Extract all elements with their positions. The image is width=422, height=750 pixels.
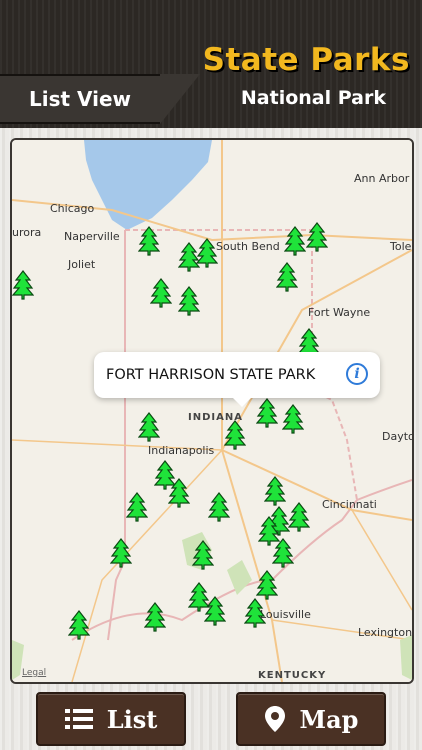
header-bar: State Parks National Park List View <box>0 0 422 128</box>
city-lexington: Lexington <box>358 626 413 639</box>
state-kentucky: KENTUCKY <box>258 670 327 681</box>
list-button-label: List <box>106 704 158 734</box>
city-louisville: Louisville <box>260 608 311 621</box>
app-title: State Parks <box>202 42 410 78</box>
park-tree-icon[interactable] <box>272 538 294 568</box>
city-dayton: Dayto <box>382 430 414 443</box>
park-tree-icon[interactable] <box>12 270 34 300</box>
park-tree-icon[interactable] <box>264 476 286 506</box>
park-tree-icon[interactable] <box>208 492 230 522</box>
city-joliet: Joliet <box>68 258 96 271</box>
park-tree-icon[interactable] <box>288 502 310 532</box>
park-tree-icon[interactable] <box>144 602 166 632</box>
park-tree-icon[interactable] <box>256 570 278 600</box>
city-naperville: Naperville <box>64 230 120 243</box>
city-aurora: urora <box>12 226 42 239</box>
park-tree-icon[interactable] <box>110 538 132 568</box>
city-fort-wayne: Fort Wayne <box>308 306 371 319</box>
park-tree-icon[interactable] <box>244 598 266 628</box>
park-tree-icon[interactable] <box>284 226 306 256</box>
list-button[interactable]: List <box>36 692 186 746</box>
park-tree-icon[interactable] <box>150 278 172 308</box>
park-tree-icon[interactable] <box>224 420 246 450</box>
park-tree-icon[interactable] <box>68 610 90 640</box>
app-subtitle: National Park <box>240 87 386 109</box>
park-callout[interactable]: FORT HARRISON STATE PARK i <box>94 352 380 407</box>
park-tree-icon[interactable] <box>204 596 226 626</box>
map-button-label: Map <box>299 704 359 734</box>
city-toledo: Tole <box>390 240 412 253</box>
city-ann-arbor: Ann Arbor <box>354 172 410 185</box>
park-tree-icon[interactable] <box>138 226 160 256</box>
park-tree-icon[interactable] <box>168 478 190 508</box>
park-tree-icon[interactable] <box>196 238 218 268</box>
park-tree-icon[interactable] <box>138 412 160 442</box>
park-tree-icon[interactable] <box>126 492 148 522</box>
list-icon <box>64 709 93 729</box>
legal-link[interactable]: Legal <box>22 668 46 678</box>
city-south-bend: South Bend <box>216 240 280 253</box>
info-icon[interactable]: i <box>346 363 368 385</box>
map-button[interactable]: Map <box>236 692 386 746</box>
city-indianapolis: Indianapolis <box>148 444 215 457</box>
park-tree-icon[interactable] <box>256 398 278 428</box>
map-view[interactable]: Chicago urora Naperville Joliet South Be… <box>10 138 414 684</box>
park-tree-icon[interactable] <box>306 222 328 252</box>
callout-title: FORT HARRISON STATE PARK <box>106 367 316 383</box>
list-view-tab[interactable]: List View <box>0 74 160 124</box>
park-tree-icon[interactable] <box>178 286 200 316</box>
city-cincinnati: Cincinnati <box>322 498 377 511</box>
park-tree-icon[interactable] <box>276 262 298 292</box>
park-tree-icon[interactable] <box>192 540 214 570</box>
park-tree-icon[interactable] <box>282 404 304 434</box>
tab-corner <box>160 74 200 124</box>
city-chicago: Chicago <box>50 202 95 215</box>
map-pin-icon <box>264 706 285 732</box>
